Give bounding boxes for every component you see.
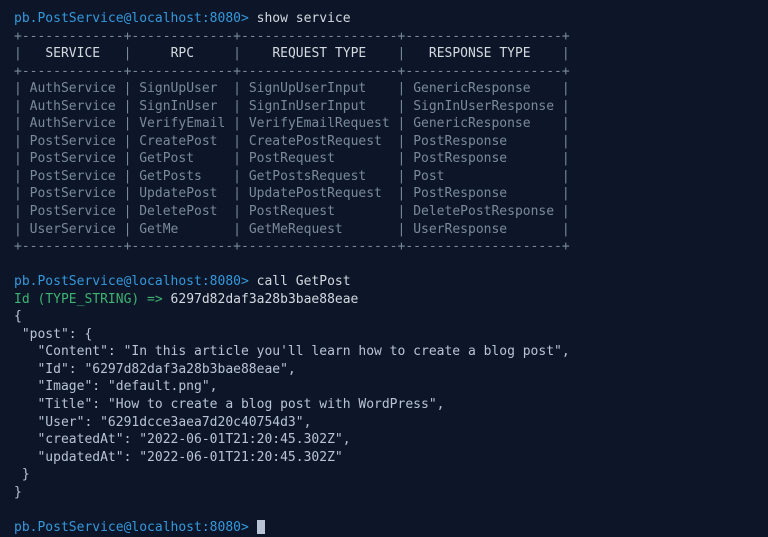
table-border: +-------------+-------------+-----------… xyxy=(14,28,754,46)
host: pb.PostService@localhost:8080 xyxy=(14,520,241,535)
blank-line xyxy=(14,256,754,274)
service-table: +-------------+-------------+-----------… xyxy=(14,28,754,256)
prompt-caret: > xyxy=(241,11,249,26)
header-cell: RESPONSE TYPE xyxy=(429,46,531,61)
table-row: | AuthService | SignUpUser | SignUpUserI… xyxy=(14,80,754,98)
table-row: | PostService | DeletePost | PostRequest… xyxy=(14,203,754,221)
table-row: | UserService | GetMe | GetMeRequest | U… xyxy=(14,221,754,239)
table-row: | PostService | CreatePost | CreatePostR… xyxy=(14,133,754,151)
json-line: "User": "6291dcce3aea7d20c40754d3", xyxy=(14,414,754,432)
prompt-line-2: pb.PostService@localhost:8080> call GetP… xyxy=(14,273,754,291)
header-cell: RPC xyxy=(171,46,194,61)
json-line: "Content": "In this article you'll learn… xyxy=(14,343,754,361)
type-prompt: Id (TYPE_STRING) => xyxy=(14,292,163,307)
table-row: | AuthService | VerifyEmail | VerifyEmai… xyxy=(14,115,754,133)
header-cell: SERVICE xyxy=(45,46,100,61)
host: pb.PostService@localhost:8080 xyxy=(14,11,241,26)
table-row: | PostService | UpdatePost | UpdatePostR… xyxy=(14,185,754,203)
json-line: "post": { xyxy=(14,326,754,344)
json-line: "Image": "default.png", xyxy=(14,378,754,396)
cursor-icon xyxy=(257,520,265,534)
prompt-caret: > xyxy=(241,274,249,289)
table-row: | PostService | GetPost | PostRequest | … xyxy=(14,150,754,168)
command-show-service: show service xyxy=(257,11,351,26)
json-line: "Id": "6297d82daf3a28b3bae88eae", xyxy=(14,361,754,379)
prompt-line-3[interactable]: pb.PostService@localhost:8080> xyxy=(14,519,754,537)
header-cell: REQUEST TYPE xyxy=(272,46,366,61)
prompt-caret: > xyxy=(241,520,249,535)
command-call-getpost: call GetPost xyxy=(257,274,351,289)
json-line: { xyxy=(14,308,754,326)
json-line: } xyxy=(14,466,754,484)
json-line: "createdAt": "2022-06-01T21:20:45.302Z", xyxy=(14,431,754,449)
table-border: +-------------+-------------+-----------… xyxy=(14,238,754,256)
host: pb.PostService@localhost:8080 xyxy=(14,274,241,289)
id-value: 6297d82daf3a28b3bae88eae xyxy=(171,292,359,307)
terminal-output: pb.PostService@localhost:8080> show serv… xyxy=(14,10,754,536)
type-input-line: Id (TYPE_STRING) => 6297d82daf3a28b3bae8… xyxy=(14,291,754,309)
json-line: } xyxy=(14,484,754,502)
json-line: "updatedAt": "2022-06-01T21:20:45.302Z" xyxy=(14,449,754,467)
prompt-line-1: pb.PostService@localhost:8080> show serv… xyxy=(14,10,754,28)
table-border: +-------------+-------------+-----------… xyxy=(14,63,754,81)
table-header-row: | SERVICE | RPC | REQUEST TYPE | RESPONS… xyxy=(14,45,754,63)
json-line: "Title": "How to create a blog post with… xyxy=(14,396,754,414)
table-row: | PostService | GetPosts | GetPostsReque… xyxy=(14,168,754,186)
blank-line xyxy=(14,501,754,519)
table-row: | AuthService | SignInUser | SignInUserI… xyxy=(14,98,754,116)
